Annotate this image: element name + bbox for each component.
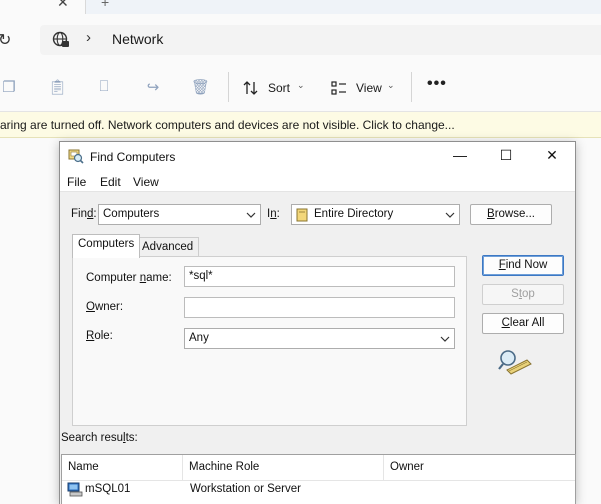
magnifier-search-icon xyxy=(498,350,532,375)
share-icon[interactable]: ↪ xyxy=(144,78,162,96)
computer-icon xyxy=(67,482,83,497)
in-scope-select[interactable]: Entire Directory xyxy=(291,204,460,225)
stop-button[interactable]: Stop xyxy=(482,284,564,305)
copy-icon[interactable]: ❐ xyxy=(0,78,18,96)
clear-all-button[interactable]: Clear All xyxy=(482,313,564,334)
chevron-down-icon xyxy=(246,212,256,218)
column-header-machine-role[interactable]: Machine Role xyxy=(183,455,384,480)
view-icon xyxy=(331,81,346,95)
chevron-down-icon: ⌄ xyxy=(297,80,305,90)
table-row[interactable]: mSQL01 Workstation or Server xyxy=(62,481,575,499)
find-type-value: Computers xyxy=(103,208,160,220)
in-scope-value: Entire Directory xyxy=(314,208,394,220)
owner-input[interactable] xyxy=(184,297,455,318)
view-button[interactable]: View ⌄ xyxy=(331,78,397,98)
menu-view[interactable]: View xyxy=(133,175,159,189)
search-results-label: Search results: xyxy=(61,432,138,444)
browse-button[interactable]: Browse... xyxy=(470,204,552,225)
chevron-down-icon xyxy=(440,336,450,342)
refresh-icon[interactable]: ↻ xyxy=(0,30,11,50)
find-label: Find: xyxy=(71,208,97,220)
menu-file[interactable]: File xyxy=(67,175,86,189)
result-name: mSQL01 xyxy=(85,483,131,495)
computer-name-value: *sql* xyxy=(189,270,213,282)
in-label: In: xyxy=(267,208,280,220)
tab-close-icon[interactable]: ✕ xyxy=(57,0,69,11)
network-globe-icon xyxy=(52,31,69,47)
new-tab-icon[interactable]: + xyxy=(101,0,109,10)
explorer-tab-strip: ✕ + xyxy=(0,0,601,14)
network-discovery-infobar[interactable]: aring are turned off. Network computers … xyxy=(0,112,601,138)
explorer-active-tab[interactable]: ✕ xyxy=(0,0,86,14)
address-bar-area: ↻ › Network xyxy=(0,14,601,64)
explorer-command-bar: ❐ 📋︎ ⎕ ↪ 🗑︎ Sort ⌄ View ⌄ ••• xyxy=(0,64,601,112)
directory-icon xyxy=(296,208,308,222)
computer-name-input[interactable]: *sql* xyxy=(184,266,455,287)
sort-icon xyxy=(243,81,258,95)
tab-advanced[interactable]: Advanced xyxy=(137,237,200,257)
dialog-title: Find Computers xyxy=(90,150,176,164)
delete-icon[interactable]: 🗑︎ xyxy=(191,78,210,96)
find-computers-dialog: Find Computers — ☐ ✕ File Edit View Find… xyxy=(59,141,576,504)
toolbar-divider xyxy=(411,72,412,102)
breadcrumb-network[interactable]: Network xyxy=(112,31,163,47)
chevron-down-icon: ⌄ xyxy=(387,80,395,90)
breadcrumb-chevron-icon[interactable]: › xyxy=(86,29,91,46)
sort-label: Sort xyxy=(268,81,291,95)
paste-icon[interactable]: 📋︎ xyxy=(48,78,67,96)
more-options-icon[interactable]: ••• xyxy=(427,75,447,93)
view-label: View xyxy=(356,81,382,95)
menu-edit[interactable]: Edit xyxy=(100,175,121,189)
search-results-list[interactable]: Name Machine Role Owner mSQL01 Workstati… xyxy=(61,454,576,504)
sort-button[interactable]: Sort ⌄ xyxy=(243,78,305,98)
toolbar-divider xyxy=(228,72,229,102)
close-icon[interactable]: ✕ xyxy=(529,142,575,171)
owner-label: Owner: xyxy=(86,301,124,313)
column-header-owner[interactable]: Owner xyxy=(384,455,577,480)
tab-computers[interactable]: Computers xyxy=(72,234,141,258)
role-label: Role: xyxy=(86,330,113,342)
minimize-icon[interactable]: — xyxy=(437,142,483,171)
infobar-text: aring are turned off. Network computers … xyxy=(0,118,455,132)
computer-name-label: Computer name: xyxy=(86,272,172,284)
role-value: Any xyxy=(189,332,209,344)
maximize-icon[interactable]: ☐ xyxy=(483,142,529,171)
dialog-title-bar[interactable]: Find Computers — ☐ ✕ xyxy=(60,142,575,171)
find-now-button[interactable]: Find Now xyxy=(482,255,564,276)
rename-icon[interactable]: ⎕ xyxy=(95,78,113,96)
chevron-down-icon xyxy=(445,212,455,218)
dialog-menu-bar: File Edit View xyxy=(60,171,575,192)
role-select[interactable]: Any xyxy=(184,328,455,349)
find-type-select[interactable]: Computers xyxy=(98,204,261,225)
find-computers-icon xyxy=(68,149,84,164)
column-header-name[interactable]: Name xyxy=(62,455,183,480)
result-machine-role: Workstation or Server xyxy=(190,483,301,495)
